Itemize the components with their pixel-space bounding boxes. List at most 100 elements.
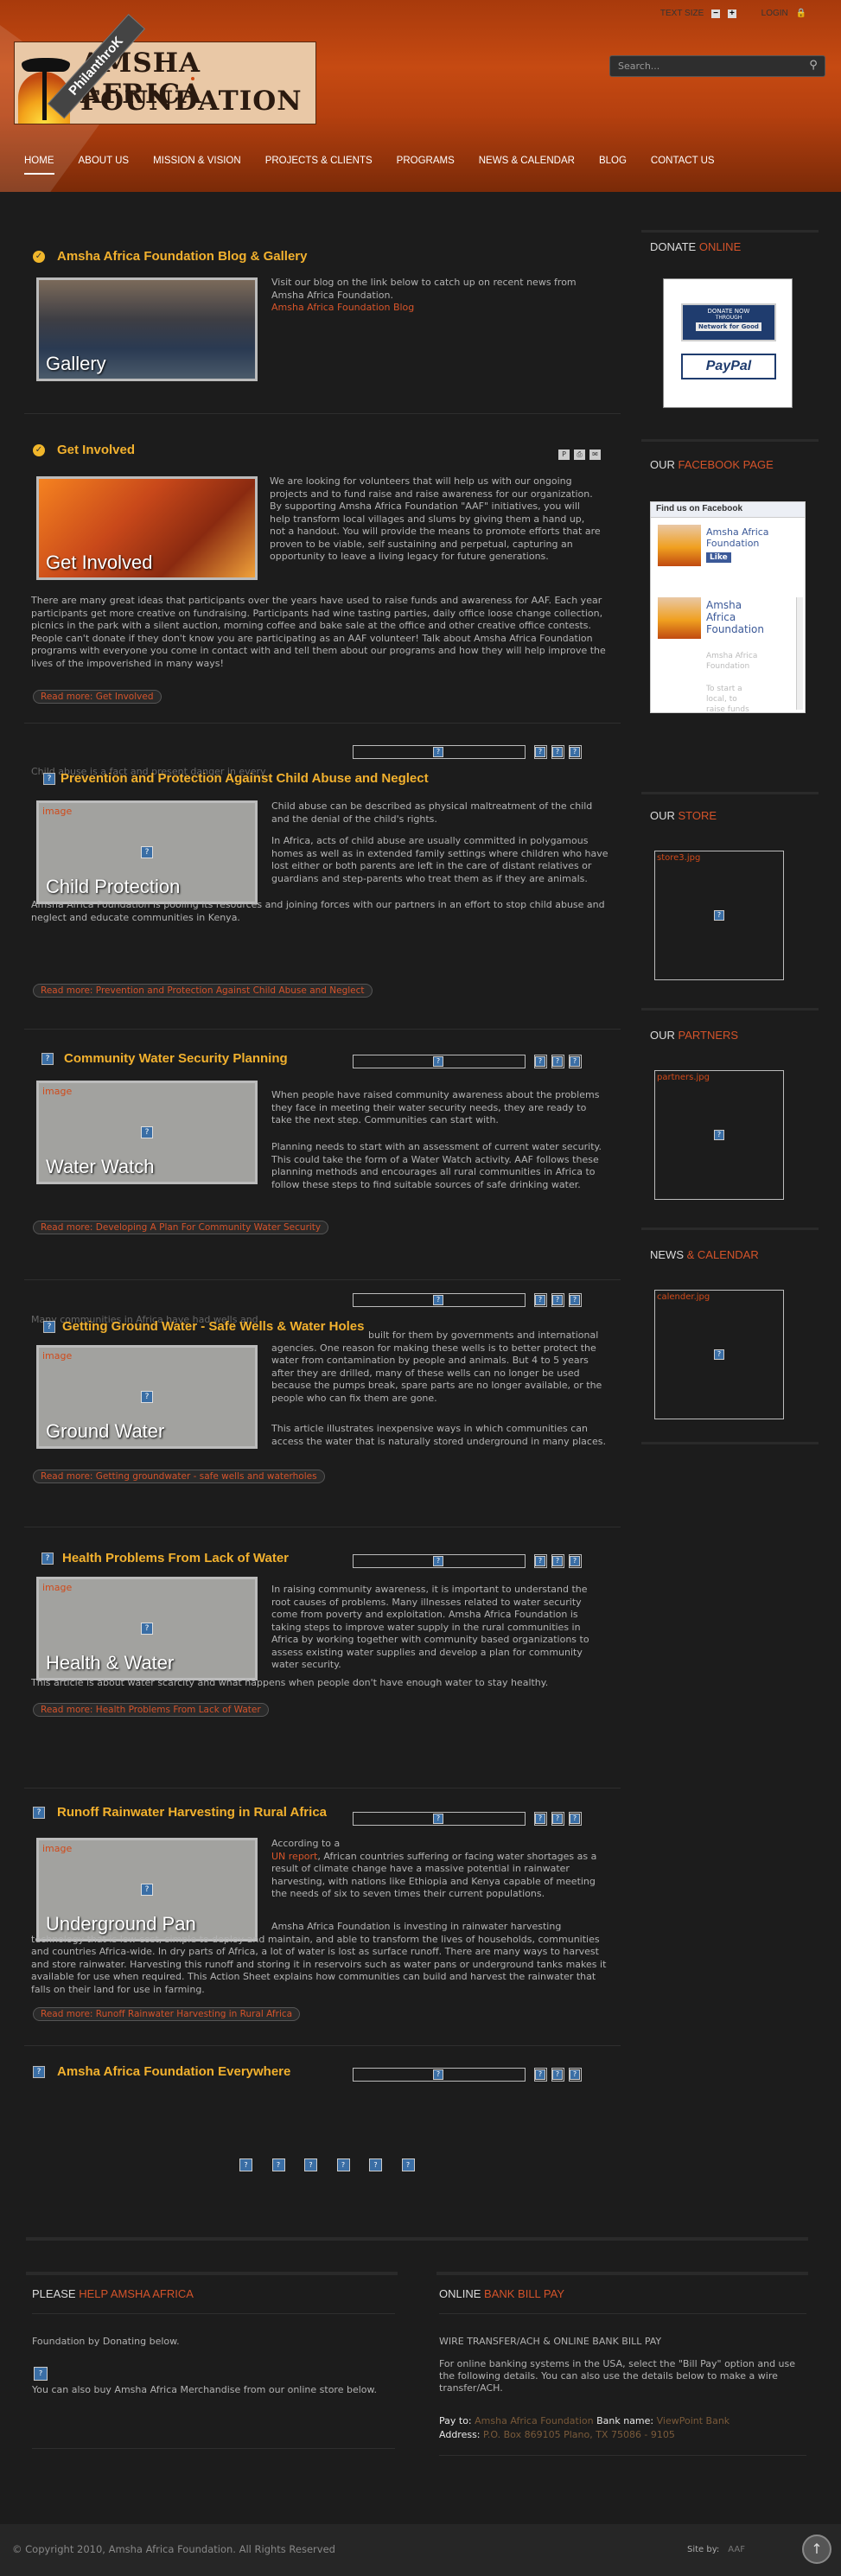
- broken-image-icon: ?: [141, 1884, 153, 1896]
- image-alt-label: partners.jpg: [657, 1073, 710, 1082]
- partners-image[interactable]: partners.jpg ?: [654, 1070, 784, 1200]
- broken-image-icon: ?: [552, 1556, 563, 1566]
- article-text: Visit our blog on the link below to catc…: [271, 277, 608, 315]
- facebook-scrollbar[interactable]: [796, 597, 803, 710]
- sidebar-divider: [641, 439, 819, 442]
- article-title[interactable]: Community Water Security Planning: [64, 1051, 288, 1066]
- broken-image-icon[interactable]: ?: [336, 2158, 350, 2171]
- broken-image-icon: ?: [33, 2066, 45, 2078]
- child-protection-image[interactable]: image ? Child Protection: [36, 800, 258, 904]
- search-input[interactable]: Search...: [609, 55, 825, 77]
- broken-image-icon: ?: [433, 1056, 443, 1067]
- heading-highlight: PARTNERS: [678, 1029, 739, 1042]
- facebook-widget: Find us on Facebook Amsha Africa Foundat…: [650, 501, 806, 713]
- nav-programs[interactable]: PROGRAMS: [397, 156, 455, 175]
- print-icon[interactable]: ⎙: [574, 450, 585, 460]
- placeholder-box: ?: [534, 2068, 547, 2082]
- broken-image-icon[interactable]: ?: [304, 2158, 317, 2171]
- article-title[interactable]: Get Involved: [57, 443, 135, 457]
- article-text: Child abuse can be described as physical…: [271, 800, 593, 825]
- placeholder-box: ?: [569, 1554, 582, 1568]
- nav-blog[interactable]: BLOG: [599, 156, 627, 175]
- image-alt-label: image: [42, 1086, 73, 1097]
- blog-link[interactable]: Amsha Africa Foundation Blog: [271, 302, 414, 313]
- broken-image-icon: ?: [714, 1349, 724, 1360]
- read-more-button[interactable]: Read more: Prevention and Protection Aga…: [33, 984, 373, 998]
- broken-image-icon: ?: [535, 747, 545, 757]
- placeholder-box: ?: [353, 1293, 526, 1307]
- broken-image-icon: ?: [41, 1053, 54, 1065]
- read-more-button[interactable]: Read more: Developing A Plan For Communi…: [33, 1221, 329, 1234]
- broken-image-icon: ?: [570, 2069, 580, 2080]
- article-title[interactable]: Runoff Rainwater Harvesting in Rural Afr…: [57, 1805, 327, 1820]
- broken-image-icon: ?: [433, 747, 443, 757]
- get-involved-image[interactable]: Get Involved: [36, 476, 258, 580]
- article-title[interactable]: Prevention and Protection Against Child …: [61, 771, 429, 786]
- placeholder-box: ?: [534, 745, 547, 759]
- un-report-link[interactable]: UN report: [271, 1851, 317, 1862]
- article-title[interactable]: Amsha Africa Foundation Blog & Gallery: [57, 249, 307, 264]
- tree-trunk-graphic: [42, 68, 47, 120]
- read-more-button[interactable]: Read more: Health Problems From Lack of …: [33, 1703, 269, 1717]
- wire-transfer-title: WIRE TRANSFER/ACH & ONLINE BANK BILL PAY: [439, 2336, 662, 2347]
- calendar-image[interactable]: calender.jpg ?: [654, 1290, 784, 1419]
- facebook-page-name[interactable]: Amsha Africa Foundation: [706, 526, 793, 549]
- ground-water-image[interactable]: image ? Ground Water: [36, 1345, 258, 1449]
- search-icon[interactable]: ⚲: [804, 57, 823, 74]
- facebook-page-thumb[interactable]: [658, 597, 701, 639]
- pdf-icon[interactable]: P: [558, 450, 570, 460]
- broken-image-icon: ?: [570, 1814, 580, 1824]
- read-more-button[interactable]: Read more: Runoff Rainwater Harvesting i…: [33, 2007, 301, 2021]
- health-water-image[interactable]: image ? Health & Water: [36, 1577, 258, 1680]
- nav-mission[interactable]: MISSION & VISION: [153, 156, 241, 175]
- facebook-heading: OUR FACEBOOK PAGE: [650, 458, 774, 471]
- read-more-button[interactable]: Read more: Get Involved: [33, 690, 162, 704]
- heading-highlight: HELP AMSHA AFRICA: [79, 2287, 194, 2300]
- heading-text: OUR: [650, 809, 675, 822]
- article-title[interactable]: Amsha Africa Foundation Everywhere: [57, 2064, 290, 2079]
- nav-about[interactable]: ABOUT US: [79, 156, 130, 175]
- broken-image-icon[interactable]: ?: [271, 2158, 285, 2171]
- article-title[interactable]: Health Problems From Lack of Water: [62, 1551, 289, 1565]
- nfg-label: DONATE NOW: [707, 308, 750, 315]
- broken-image-icon: ?: [433, 1295, 443, 1305]
- heading-highlight: FACEBOOK PAGE: [678, 458, 774, 471]
- broken-image-icon: ?: [141, 1126, 153, 1138]
- text-size-increase-button[interactable]: +: [727, 10, 736, 18]
- email-icon[interactable]: ✉: [589, 450, 601, 460]
- pay-to-label: Pay to:: [439, 2415, 472, 2426]
- bottom-divider: [26, 2237, 808, 2241]
- checkmark-icon: ✓: [33, 444, 45, 456]
- facebook-like-button[interactable]: Like: [706, 552, 731, 563]
- nav-home[interactable]: HOME: [24, 156, 54, 175]
- broken-image-icon[interactable]: ?: [34, 2367, 48, 2381]
- facebook-page-name[interactable]: Amsha Africa Foundation: [706, 599, 764, 635]
- back-to-top-icon[interactable]: ↑: [802, 2535, 831, 2564]
- broken-image-icon: ?: [535, 1556, 545, 1566]
- broken-image-icon: ?: [552, 747, 563, 757]
- read-more-button[interactable]: Read more: Getting groundwater - safe we…: [33, 1470, 325, 1483]
- gallery-image[interactable]: Gallery: [36, 277, 258, 381]
- site-by-link[interactable]: AAF: [728, 2545, 745, 2554]
- image-caption: Child Protection: [46, 876, 181, 897]
- network-for-good-button[interactable]: DONATE NOW THROUGH Network for Good: [681, 303, 776, 341]
- text-size-decrease-button[interactable]: −: [711, 10, 721, 18]
- water-watch-image[interactable]: image ? Water Watch: [36, 1081, 258, 1184]
- heading-underline: [439, 2313, 806, 2314]
- login-link[interactable]: LOGIN: [761, 9, 788, 18]
- nav-contact[interactable]: CONTACT US: [651, 156, 715, 175]
- broken-image-icon[interactable]: ?: [369, 2158, 382, 2171]
- facebook-page-thumb[interactable]: [658, 525, 701, 566]
- article-text-2: In Africa, acts of child abuse are usual…: [271, 835, 608, 884]
- heading-text: DONATE: [650, 240, 697, 253]
- nav-news[interactable]: NEWS & CALENDAR: [479, 156, 575, 175]
- bottom-left-divider: [26, 2272, 398, 2275]
- nav-projects[interactable]: PROJECTS & CLIENTS: [265, 156, 373, 175]
- store-image[interactable]: store3.jpg ?: [654, 851, 784, 980]
- donate-widget: DONATE NOW THROUGH Network for Good PayP…: [663, 278, 793, 408]
- placeholder-box: ?: [353, 745, 526, 759]
- paypal-button[interactable]: PayPal: [681, 354, 776, 379]
- site-footer: © Copyright 2010, Amsha Africa Foundatio…: [0, 2524, 841, 2576]
- broken-image-icon[interactable]: ?: [239, 2158, 252, 2171]
- broken-image-icon[interactable]: ?: [401, 2158, 415, 2171]
